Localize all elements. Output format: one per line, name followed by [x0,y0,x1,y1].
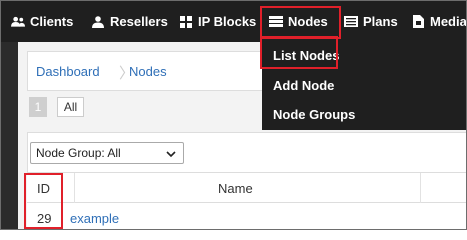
left-sidebar-strip [1,42,18,229]
app-window: Clients Resellers IP Blocks Nodes Plans [0,0,467,230]
chevron-down-icon [166,148,176,162]
breadcrumb-nodes[interactable]: Nodes [129,64,167,79]
list-nodes-highlight [260,36,338,69]
nav-plans[interactable]: Plans [344,1,398,42]
nav-nodes-highlight [260,6,341,39]
row-name-link[interactable]: example [70,211,119,226]
nav-ip-blocks[interactable]: IP Blocks [179,1,256,42]
table-header-row: ID Name [27,172,466,203]
grid-icon [179,15,193,29]
node-group-select[interactable]: Node Group: All [30,142,184,164]
nav-clients[interactable]: Clients [11,1,73,42]
nav-resellers-label: Resellers [110,14,168,29]
menu-item-node-groups[interactable]: Node Groups [273,107,355,122]
nav-resellers[interactable]: Resellers [91,1,168,42]
list-icon [344,15,358,29]
id-column-highlight [24,173,63,229]
column-divider [420,173,421,203]
table-row: 29 example [27,203,466,229]
nav-media[interactable]: Media [411,1,467,42]
page-number-button[interactable]: 1 [29,97,47,117]
menu-item-add-node[interactable]: Add Node [273,78,334,93]
media-icon [411,15,425,29]
users-icon [11,15,25,29]
nav-clients-label: Clients [30,14,74,29]
user-icon [91,15,105,29]
nav-ip-blocks-label: IP Blocks [198,14,257,29]
breadcrumb-dashboard[interactable]: Dashboard [36,64,100,79]
show-all-button[interactable]: All [57,97,84,117]
nav-plans-label: Plans [363,14,398,29]
column-divider [74,173,75,203]
column-header-name[interactable]: Name [218,181,253,196]
top-navigation: Clients Resellers IP Blocks Nodes Plans [1,1,467,42]
nav-media-label: Media [430,14,467,29]
node-group-select-value: Node Group: All [36,146,121,160]
